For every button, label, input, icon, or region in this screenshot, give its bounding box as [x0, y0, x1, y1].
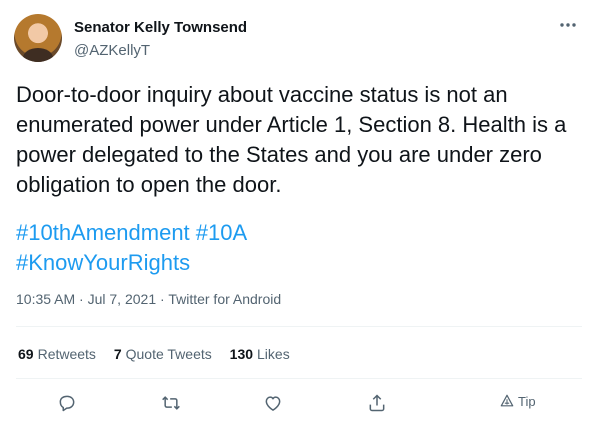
retweet-icon: [162, 396, 180, 410]
retweets-label: Retweets: [37, 346, 96, 362]
likes-stat[interactable]: 130 Likes: [230, 346, 290, 362]
tip-icon: [500, 394, 514, 407]
tweet-hashtags: #10thAmendment #10A #KnowYourRights: [16, 218, 576, 278]
hashtag-10thamendment[interactable]: #10thAmendment: [16, 220, 190, 245]
divider: [16, 326, 582, 327]
likes-count: 130: [229, 346, 254, 362]
share-button[interactable]: [364, 390, 390, 416]
meta-separator: ·: [75, 291, 88, 307]
tip-label: Tip: [518, 394, 536, 409]
more-icon[interactable]: [556, 18, 580, 38]
tweet-body: Door-to-door inquiry about vaccine statu…: [16, 82, 567, 197]
author-handle[interactable]: @AZKellyT: [74, 42, 247, 59]
tip-button[interactable]: Tip: [500, 394, 536, 409]
author-info[interactable]: Senator Kelly Townsend @AZKellyT: [74, 19, 247, 59]
action-bar: Tip: [0, 388, 598, 418]
divider: [16, 378, 582, 379]
tweet-date[interactable]: Jul 7, 2021: [88, 291, 157, 307]
quotes-label: Quote Tweets: [125, 346, 212, 362]
quotes-stat[interactable]: 7 Quote Tweets: [114, 346, 212, 362]
share-icon: [369, 394, 385, 412]
tweet-stats: 69 Retweets 7 Quote Tweets 130 Likes: [18, 346, 304, 362]
tweet-time[interactable]: 10:35 AM: [16, 291, 75, 307]
tweet: Senator Kelly Townsend @AZKellyT Door-to…: [0, 0, 598, 422]
quotes-count: 7: [113, 346, 122, 362]
like-icon: [265, 396, 281, 411]
meta-separator: ·: [156, 291, 169, 307]
avatar[interactable]: [14, 14, 62, 62]
hashtag-knowyourrights[interactable]: #KnowYourRights: [16, 250, 190, 275]
reply-icon: [59, 395, 75, 412]
tweet-header: Senator Kelly Townsend @AZKellyT: [14, 14, 584, 64]
reply-button[interactable]: [54, 390, 80, 416]
retweets-count: 69: [18, 346, 34, 362]
tweet-meta: 10:35 AM · Jul 7, 2021 · Twitter for And…: [16, 291, 281, 307]
tweet-source[interactable]: Twitter for Android: [168, 291, 281, 307]
likes-label: Likes: [257, 346, 290, 362]
retweets-stat[interactable]: 69 Retweets: [18, 346, 96, 362]
hashtag-10a[interactable]: #10A: [196, 220, 247, 245]
retweet-button[interactable]: [158, 390, 184, 416]
like-button[interactable]: [260, 390, 286, 416]
author-display-name[interactable]: Senator Kelly Townsend: [74, 19, 247, 36]
